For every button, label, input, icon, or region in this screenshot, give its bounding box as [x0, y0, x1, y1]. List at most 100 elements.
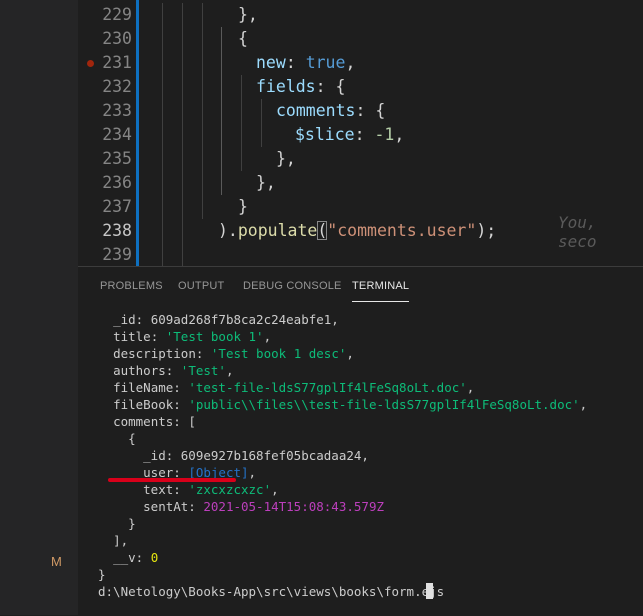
code-text: }, [276, 147, 296, 171]
code-token: comments [276, 101, 356, 120]
terminal-token: , [579, 397, 588, 412]
terminal-token: __v: [113, 550, 151, 565]
code-token: , [394, 125, 405, 144]
line-number: 234 [102, 125, 132, 144]
terminal-token: sentAt: [143, 499, 204, 514]
code-line[interactable]: 230 { [78, 27, 643, 51]
terminal-token: 'test-file-ldsS77gplIf4lFeSq8oLt.doc' [188, 380, 467, 395]
terminal-line: comments: [ [98, 413, 643, 430]
line-number: 236 [102, 173, 132, 192]
line-number: 239 [102, 245, 132, 264]
terminal-token: authors: [113, 363, 181, 378]
terminal-line: fileName: 'test-file-ldsS77gplIf4lFeSq8o… [98, 379, 643, 396]
code-line[interactable]: 234 $slice: -1, [78, 123, 643, 147]
terminal-token: 'Test book 1' [165, 329, 264, 344]
terminal-token: title: [113, 329, 166, 344]
code-line[interactable]: 229}, [78, 3, 643, 27]
code-text: ).populate("comments.user"); [218, 219, 496, 243]
code-text: new: true, [256, 51, 355, 75]
code-text: $slice: -1, [295, 123, 404, 147]
code-token: ); [476, 221, 497, 240]
code-line[interactable]: 235}, [78, 147, 643, 171]
terminal-line: sentAt: 2021-05-14T15:08:43.579Z [98, 498, 643, 515]
code-text: }, [256, 171, 276, 195]
terminal-line: title: 'Test book 1', [98, 328, 643, 345]
code-text: }, [238, 3, 258, 27]
code-token: ( [317, 221, 328, 240]
terminal-token: 'Test' [180, 363, 226, 378]
code-line[interactable]: 236}, [78, 171, 643, 195]
line-number: 237 [102, 197, 132, 216]
git-blame-ghost-text: You, seco [558, 213, 597, 251]
code-token: -1 [374, 125, 395, 144]
terminal-token: _id: 609ad268f7b8ca2c24eabfe1, [113, 312, 339, 327]
terminal-line: d:\Netology\Books-App\src\views\books\fo… [98, 583, 643, 600]
code-token: : [285, 53, 306, 72]
line-number: 229 [102, 5, 132, 24]
code-line[interactable]: 231 new: true, [78, 51, 643, 75]
modified-badge: M [51, 554, 62, 569]
activity-gutter: M [0, 0, 78, 615]
code-token: $slice [295, 125, 355, 144]
code-token: } [238, 197, 248, 216]
terminal-token: , [346, 346, 354, 361]
terminal-token: 2021-05-14T15:08:43.579Z [203, 499, 384, 514]
line-number: 233 [102, 101, 132, 120]
terminal-line: ], [98, 532, 643, 549]
terminal-token: 'public\\files\\test-file-ldsS77gplIf4lF… [188, 397, 580, 412]
code-line[interactable]: 233 comments: { [78, 99, 643, 123]
terminal-line: } [98, 515, 643, 532]
tab-debug-console[interactable]: DEBUG CONSOLE [243, 280, 342, 292]
code-token: : { [315, 77, 346, 96]
code-token: populate [237, 221, 318, 240]
code-token: }, [256, 173, 276, 192]
terminal-line: __v: 0 [98, 549, 643, 566]
terminal-token: ], [113, 533, 129, 548]
line-number: 230 [102, 29, 132, 48]
code-text: comments: { [276, 99, 385, 123]
terminal-token: d:\Netology\Books-App\src\views\books\fo… [98, 584, 445, 599]
code-token: fields [256, 77, 316, 96]
terminal-token: { [128, 431, 136, 446]
tab-output[interactable]: OUTPUT [178, 280, 224, 292]
line-number: 238 [102, 221, 132, 240]
annotation-underline [108, 478, 236, 482]
code-editor[interactable]: 229}, 230 {231 new: true, 232 fields: { 233 com… [78, 0, 643, 266]
terminal-token: } [128, 516, 136, 531]
line-number: 232 [102, 77, 132, 96]
terminal-line: } [98, 566, 643, 583]
terminal-token: 'Test book 1 desc' [210, 346, 347, 361]
terminal-token: text: [143, 482, 189, 497]
terminal-token: fileName: [113, 380, 189, 395]
code-token: new [256, 53, 286, 72]
line-number: 235 [102, 149, 132, 168]
terminal-token: , [248, 465, 257, 480]
terminal-line: { [98, 430, 643, 447]
terminal-token: comments: [ [113, 414, 196, 429]
code-text: { [238, 27, 248, 51]
code-token: ). [218, 221, 238, 240]
code-line[interactable]: 232 fields: { [78, 75, 643, 99]
code-text: } [238, 195, 248, 219]
terminal-line: _id: 609ad268f7b8ca2c24eabfe1, [98, 311, 643, 328]
terminal-token: } [98, 567, 106, 582]
terminal-line: fileBook: 'public\\files\\test-file-ldsS… [98, 396, 643, 413]
terminal-token: , [263, 329, 272, 344]
panel-tab-bar: PROBLEMS OUTPUT DEBUG CONSOLE TERMINAL [78, 267, 643, 305]
code-token: }, [238, 5, 258, 24]
code-token: : [354, 125, 375, 144]
code-token: "comments.user" [327, 221, 477, 240]
breakpoint-icon[interactable] [87, 60, 94, 67]
code-token: true [305, 53, 346, 72]
terminal-line: authors: 'Test', [98, 362, 643, 379]
terminal-line: _id: 609e927b168fef05bcadaa24, [98, 447, 643, 464]
tab-terminal[interactable]: TERMINAL [352, 280, 410, 302]
tab-problems[interactable]: PROBLEMS [100, 280, 163, 292]
terminal-token: , [271, 482, 279, 497]
terminal-line: description: 'Test book 1 desc', [98, 345, 643, 362]
terminal-token: _id: 609e927b168fef05bcadaa24, [143, 448, 369, 463]
terminal-token: 'zxcxzcxzc' [188, 482, 272, 497]
code-token: , [345, 53, 356, 72]
code-text: fields: { [256, 75, 345, 99]
terminal-token: 0 [150, 550, 159, 565]
